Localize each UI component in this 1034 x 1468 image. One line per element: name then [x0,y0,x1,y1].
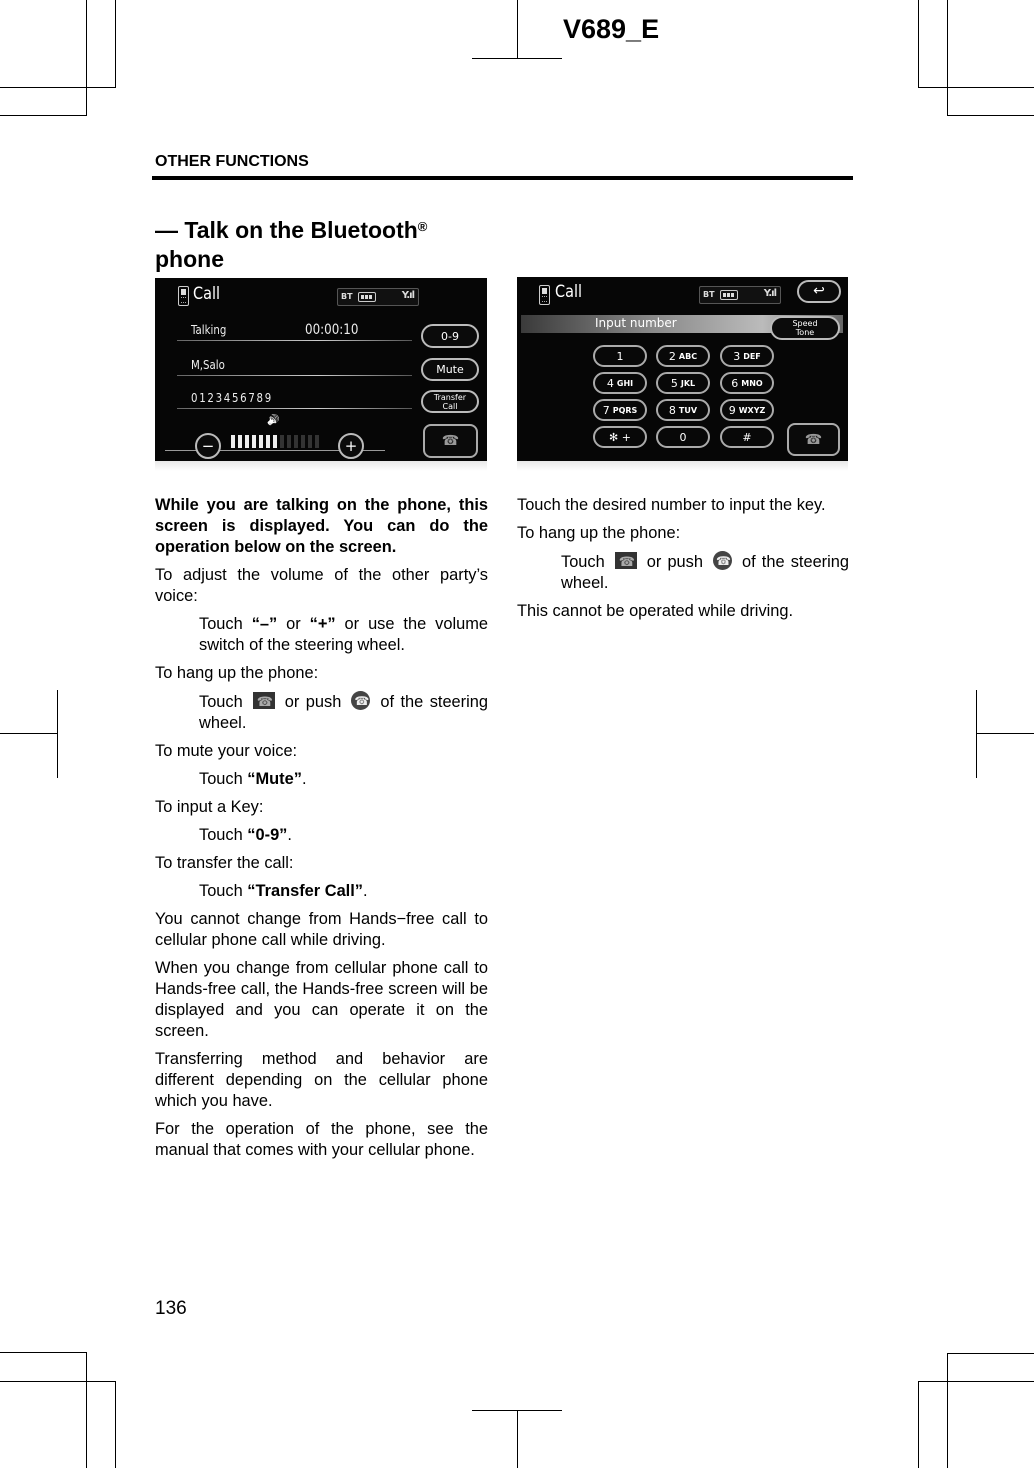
keypad-key[interactable]: # [720,426,774,448]
volume-segment [294,435,298,448]
page-number: 136 [155,1298,187,1319]
driving-note: This cannot be operated while driving. [517,602,794,620]
battery-icon [358,292,376,302]
bluetooth-icon: BT [341,292,353,301]
input-number-label: Input number [595,316,677,330]
keypad-key[interactable]: 9 WXYZ [720,399,774,421]
keypad-button[interactable]: 0-9 [421,324,479,348]
steering-hang-up-icon [351,691,371,712]
keypad-screen-title: Call [555,282,582,302]
keypad-key[interactable]: 5 JKL [656,372,710,394]
mute-instruction: Touch “Mute”. [199,770,307,788]
note-paragraph-4: For the operation of the phone, see the … [155,1120,488,1159]
hangup-instruction-heading: To hang up the phone: [155,664,319,682]
hangup-instruction: Touchor pushof the steering wheel. [199,691,488,734]
bluetooth-icon: BT [703,290,715,299]
key-instruction: Touch “0-9”. [199,826,292,844]
volume-segment [252,435,256,448]
volume-segment [315,435,319,448]
transfer-instruction: Touch “Transfer Call”. [199,882,368,900]
keypad-key[interactable]: 7 PQRS [593,399,647,421]
signal-icon: Y.ıl [401,290,415,301]
minus-label: “–” [251,615,278,633]
volume-instruction-heading: To adjust the volume of the other party’… [155,566,488,605]
note-paragraph-3: Transferring method and behavior are dif… [155,1050,488,1110]
page-title: — Talk on the Bluetooth® phone [155,216,427,274]
volume-segment [259,435,263,448]
volume-segment [301,435,305,448]
mute-button[interactable]: Mute [421,358,479,381]
note-paragraph-2: When you change from cellular phone call… [155,959,488,1040]
status-bar: BT Y.ıl [699,286,781,304]
title-text: — Talk on the Bluetooth [155,217,418,243]
call-status-label: Talking [191,323,227,337]
keypad-key[interactable]: 2 ABC [656,345,710,367]
back-button[interactable]: ↩ [797,280,841,303]
hang-up-button[interactable]: ☎ [423,424,478,458]
note-paragraph-1: You cannot change from Hands−free call t… [155,910,488,949]
document-code: V689_E [563,14,660,44]
keypad-key[interactable]: ✻ + [593,426,647,448]
volume-up-button[interactable]: + [338,433,364,459]
hang-up-touch-icon [614,551,637,572]
hang-up-touch-icon [252,691,275,712]
phone-icon [178,286,189,306]
phone-icon [539,285,550,305]
keypad-key[interactable]: 8 TUV [656,399,710,421]
mute-instruction-heading: To mute your voice: [155,742,298,760]
call-timer: 00:00:10 [305,322,359,338]
volume-speaker-icon: 🔊 [267,415,280,426]
volume-segment [245,435,249,448]
volume-segment [231,435,235,448]
transfer-call-button[interactable]: Transfer Call [421,390,479,413]
keypad-paragraph: Touch the desired number to input the ke… [517,496,826,514]
speed-tone-button[interactable]: Speed Tone [770,316,840,340]
steering-hang-up-icon [713,551,732,572]
volume-segment [280,435,284,448]
section-header: OTHER FUNCTIONS [155,153,309,170]
plus-label: “+” [309,615,336,633]
transfer-instruction-heading: To transfer the call: [155,854,294,872]
battery-icon [720,290,738,300]
title-text-2: phone [155,246,224,272]
hang-up-button[interactable]: ☎ [787,423,840,456]
left-column: While you are talking on the phone, this… [155,495,488,1168]
volume-segment [273,435,277,448]
contact-name: M,Salo [191,358,225,372]
section-rule [152,176,853,180]
registered-mark: ® [417,219,428,234]
volume-segment [238,435,242,448]
keypad-key[interactable]: 1 [593,345,647,367]
right-column: Touch the desired number to input the ke… [517,495,849,629]
keypad-key[interactable]: 0 [656,426,710,448]
call-screen-image: Call BT Y.ıl Talking 00:00:10 M,Salo 012… [155,278,487,471]
hangup-instruction: Touchor pushof the steering wheel. [561,551,849,594]
keypad-key[interactable]: 6 MNO [720,372,774,394]
volume-segment [308,435,312,448]
volume-instruction: Touch “–” or “+” or use the volume switc… [199,615,488,654]
volume-segment [287,435,291,448]
keypad-key[interactable]: 4 GHI [593,372,647,394]
hangup-instruction-heading: To hang up the phone: [517,524,681,542]
call-screen-title: Call [193,284,220,304]
phone-number: 0123456789 [191,391,273,405]
keypad-key[interactable]: 3 DEF [720,345,774,367]
keypad-screen-image: Call BT Y.ıl ↩ Input number Speed Tone 12… [517,277,848,471]
status-bar: BT Y.ıl [337,288,419,306]
key-instruction-heading: To input a Key: [155,798,264,816]
volume-level-bar [231,435,319,448]
hang-up-icon: ☎ [804,431,823,448]
hang-up-icon: ☎ [441,433,460,449]
volume-segment [266,435,270,448]
back-arrow-icon: ↩ [813,283,825,299]
intro-paragraph: While you are talking on the phone, this… [155,496,488,556]
volume-down-button[interactable]: − [195,433,221,459]
signal-icon: Y.ıl [763,288,777,299]
